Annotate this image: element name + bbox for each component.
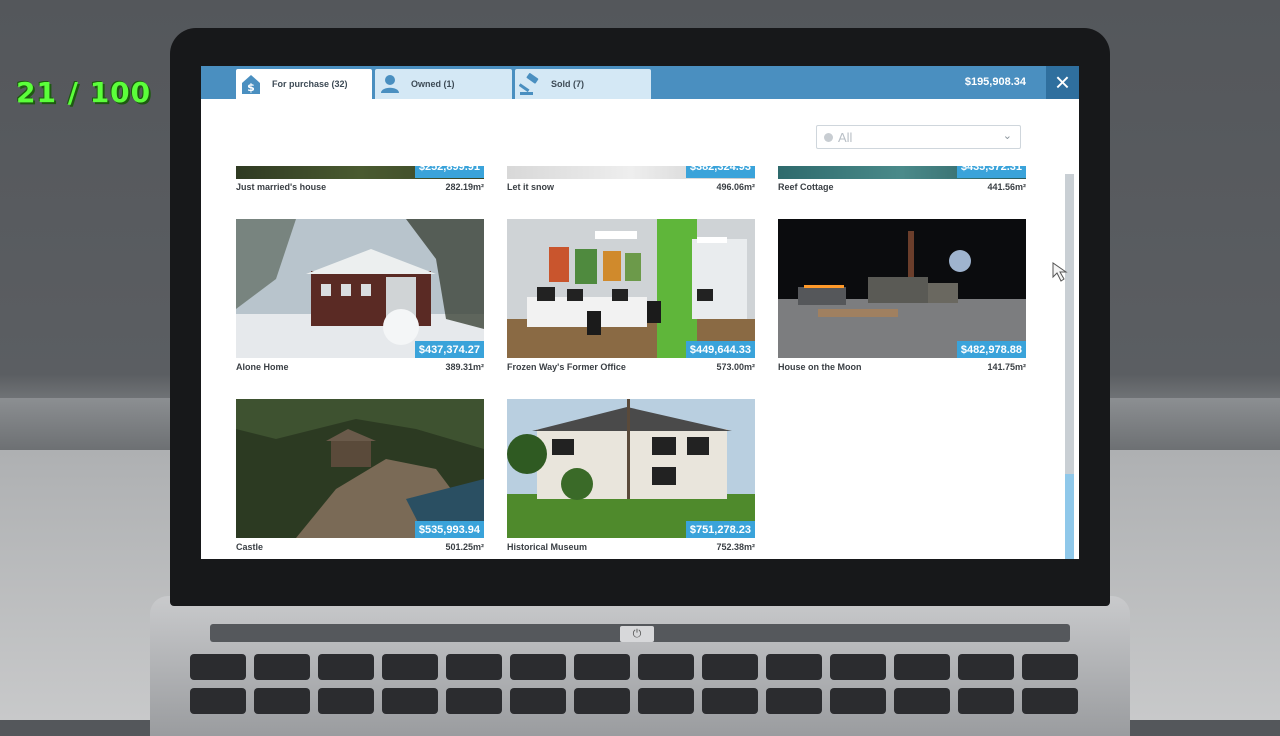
listing-card[interactable]: $535,993.94 Castle 501.25m² [236,399,484,555]
listing-card[interactable]: $482,978.88 House on the Moon 141.75m² [778,219,1026,375]
person-icon [375,69,405,99]
listing-price: $382,324.93 [685,166,755,178]
laptop-keyboard-deck: ⏻ [150,596,1130,736]
key[interactable] [766,654,822,680]
listing-area: 501.25m² [445,542,484,552]
tab-sold[interactable]: Sold (7) [515,69,651,99]
key[interactable] [382,654,438,680]
key[interactable] [446,688,502,714]
key[interactable] [254,654,310,680]
window-topbar: $ For purchase (32) Owned (1) Sold (7) $… [201,66,1079,99]
tab-owned[interactable]: Owned (1) [375,69,512,99]
key[interactable] [702,654,758,680]
listing-price: $449,644.33 [685,341,755,358]
key[interactable] [638,654,694,680]
listing-price: $437,374.27 [414,341,484,358]
key[interactable] [446,654,502,680]
listing-area: 496.06m² [716,182,755,192]
chevron-down-icon: ⌄ [1002,130,1012,142]
close-button[interactable]: × [1046,66,1079,99]
listing-price: $535,993.94 [414,521,484,538]
listing-area: 141.75m² [987,362,1026,372]
close-icon: × [1054,67,1071,97]
listing-thumbnail: $437,374.27 [236,219,484,358]
key[interactable] [830,654,886,680]
key[interactable] [766,688,822,714]
dollar-house-icon: $ [236,69,266,99]
filter-selected: All [838,130,853,145]
listing-name: Alone Home [236,362,289,372]
key[interactable] [1022,688,1078,714]
key[interactable] [510,654,566,680]
key[interactable] [574,688,630,714]
scrollbar-thumb[interactable] [1065,174,1074,474]
key[interactable] [254,688,310,714]
listing-thumbnail: $751,278.23 [507,399,755,538]
listing-price: $435,372.31 [956,166,1026,178]
listing-card-partial[interactable]: $382,324.93 [507,166,755,179]
listing-card[interactable]: $449,644.33 Frozen Way's Former Office 5… [507,219,755,375]
listing-price: $751,278.23 [685,521,755,538]
listing-area: 752.38m² [716,542,755,552]
key[interactable] [190,688,246,714]
key[interactable] [830,688,886,714]
key[interactable] [958,688,1014,714]
listing-name: House on the Moon [778,362,862,372]
key[interactable] [958,654,1014,680]
listing-name: Historical Museum [507,542,588,552]
real-estate-window: $ For purchase (32) Owned (1) Sold (7) $… [201,66,1079,559]
key[interactable] [702,688,758,714]
listing-card-partial[interactable]: $252,899.91 [236,166,484,179]
listing-area: 389.31m² [445,362,484,372]
key[interactable] [190,654,246,680]
svg-text:$: $ [247,81,255,94]
key[interactable] [574,654,630,680]
tab-for-purchase[interactable]: $ For purchase (32) [236,69,372,99]
scrollbar[interactable] [1065,174,1074,559]
listing-card-partial[interactable]: $435,372.31 [778,166,1026,179]
key[interactable] [510,688,566,714]
power-button[interactable]: ⏻ [620,626,654,642]
category-filter-dropdown[interactable]: All ⌄ [816,125,1021,149]
key[interactable] [382,688,438,714]
listing-name: Castle [236,542,264,552]
tab-label: For purchase (32) [272,79,348,89]
key[interactable] [1022,654,1078,680]
listing-thumbnail: $535,993.94 [236,399,484,538]
listing-area: 441.56m² [987,182,1026,192]
keyboard [190,654,1090,722]
key[interactable] [318,654,374,680]
listing-area: 282.19m² [445,182,484,192]
account-balance: $195,908.34 [964,76,1026,88]
filter-dot-icon [824,133,833,142]
gavel-icon [515,69,545,99]
mouse-cursor-icon [1052,262,1072,289]
listing-thumbnail: $449,644.33 [507,219,755,358]
key[interactable] [318,688,374,714]
scrollbar-progress [1065,474,1074,559]
listing-card[interactable]: $751,278.23 Historical Museum 752.38m² [507,399,755,555]
listing-name: Frozen Way's Former Office [507,362,626,372]
listing-area: 573.00m² [716,362,755,372]
key[interactable] [638,688,694,714]
listing-price: $252,899.91 [414,166,484,178]
hud-counter: 21 / 100 [16,76,152,109]
tab-label: Owned (1) [411,79,455,89]
listing-thumbnail: $482,978.88 [778,219,1026,358]
listing-card[interactable]: $437,374.27 Alone Home 389.31m² [236,219,484,375]
key[interactable] [894,654,950,680]
key[interactable] [894,688,950,714]
tab-label: Sold (7) [551,79,584,89]
listing-price: $482,978.88 [956,341,1026,358]
